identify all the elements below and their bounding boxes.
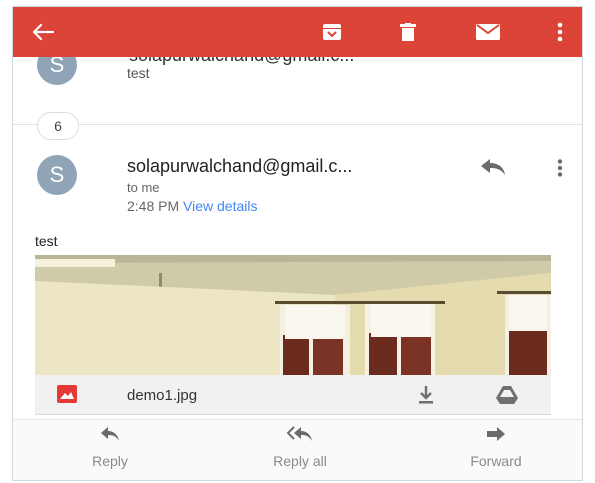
recipient-line[interactable]: to me: [127, 180, 160, 195]
trash-icon[interactable]: [386, 7, 430, 57]
message-time: 2:48 PM: [127, 198, 180, 214]
view-details-link[interactable]: View details: [183, 198, 257, 214]
attachment-preview-image[interactable]: [35, 255, 551, 375]
reply-icon[interactable]: [479, 157, 507, 182]
avatar: S: [37, 155, 77, 195]
reply-all-label: Reply all: [273, 453, 327, 469]
download-icon[interactable]: [417, 385, 435, 410]
collapsed-count: 6: [54, 118, 62, 134]
reply-button[interactable]: Reply: [45, 426, 175, 478]
toolbar-overlay: [13, 7, 582, 57]
message-body: test: [35, 233, 58, 249]
divider: [13, 124, 582, 125]
sender-name[interactable]: solapurwalchand@gmail.c...: [127, 156, 352, 177]
attachment-bar[interactable]: demo1.jpg: [35, 375, 551, 415]
reply-all-icon: [286, 426, 313, 447]
email-thread-screen: S solapurwalchand@gmail.c... test 6 S so…: [12, 6, 583, 481]
avatar-letter: S: [49, 162, 65, 187]
archive-icon[interactable]: [310, 7, 354, 57]
reply-icon: [100, 426, 120, 447]
previous-snippet: test: [127, 65, 150, 81]
bottom-action-bar: Reply Reply all Forward: [13, 419, 582, 480]
image-file-icon: [57, 385, 77, 408]
mail-icon[interactable]: [466, 7, 510, 57]
reply-all-button[interactable]: Reply all: [235, 426, 365, 478]
forward-button[interactable]: Forward: [431, 426, 561, 478]
back-arrow-icon[interactable]: [21, 7, 65, 57]
time-line: 2:48 PM View details: [127, 198, 257, 214]
forward-label: Forward: [470, 453, 522, 469]
more-vert-icon[interactable]: [538, 7, 582, 57]
message-more-vert-icon[interactable]: [557, 159, 563, 182]
forward-icon: [486, 426, 506, 447]
reply-label: Reply: [92, 453, 128, 469]
drive-icon[interactable]: [495, 385, 519, 410]
attachment-filename: demo1.jpg: [127, 387, 198, 404]
collapsed-count-badge[interactable]: 6: [37, 112, 79, 140]
